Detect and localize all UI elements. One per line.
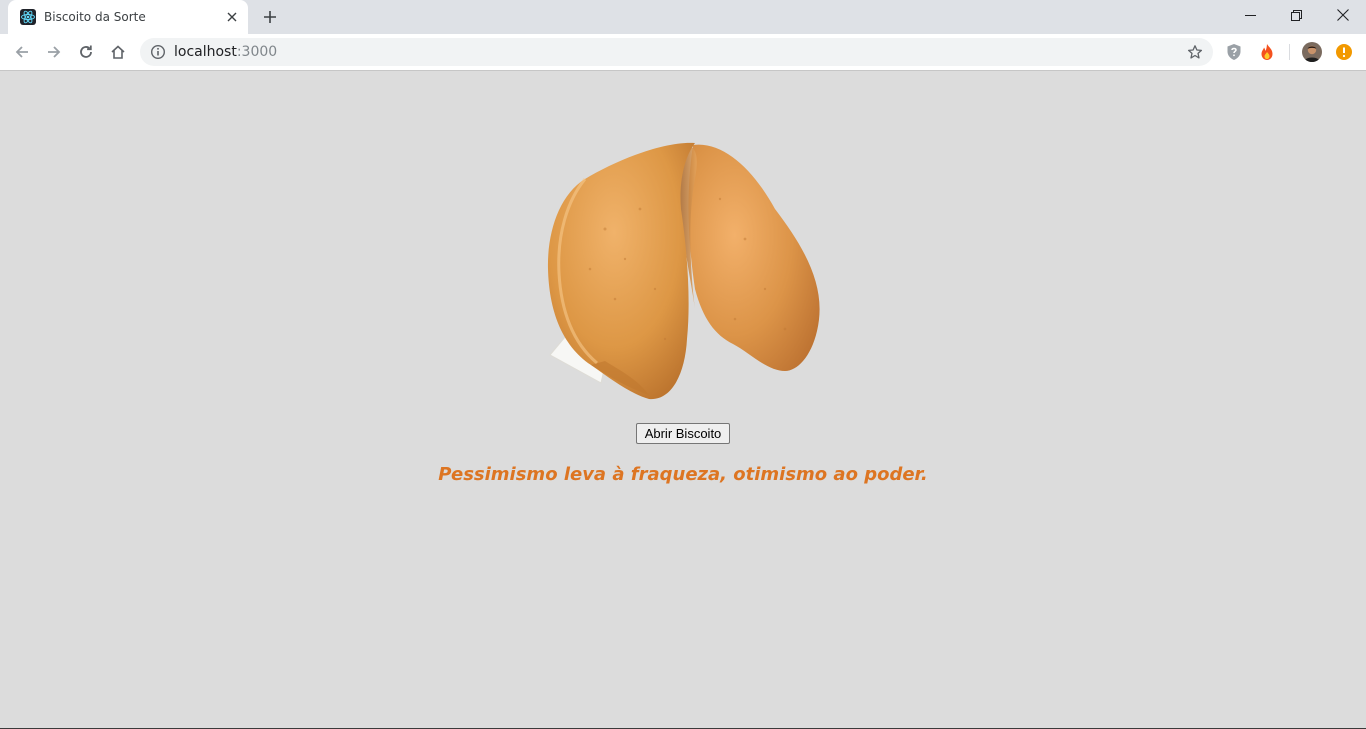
url-text[interactable]: localhost:3000: [174, 44, 277, 60]
reload-icon[interactable]: [74, 40, 98, 64]
flame-extension-icon[interactable]: [1257, 42, 1277, 62]
url-port: :3000: [236, 44, 278, 60]
browser-toolbar: localhost:3000: [0, 34, 1366, 71]
minimize-window-icon[interactable]: [1227, 0, 1273, 30]
shield-question-icon[interactable]: [1224, 42, 1244, 62]
page-viewport: Abrir Biscoito Pessimismo leva à fraquez…: [0, 71, 1366, 728]
fortune-cookie-image: [547, 142, 820, 400]
open-cookie-button[interactable]: Abrir Biscoito: [636, 423, 730, 444]
tab-title: Biscoito da Sorte: [44, 10, 146, 24]
home-icon[interactable]: [106, 40, 130, 64]
react-atom-icon: [20, 9, 36, 25]
arrow-right-icon[interactable]: [42, 40, 66, 64]
toolbar-divider: [1289, 44, 1290, 60]
star-icon[interactable]: [1187, 44, 1203, 60]
exclamation-icon[interactable]: [1334, 42, 1354, 62]
address-bar[interactable]: localhost:3000: [140, 38, 1213, 66]
arrow-left-icon[interactable]: [10, 40, 34, 64]
browser-tab[interactable]: Biscoito da Sorte: [8, 0, 248, 34]
fortune-message: Pessimismo leva à fraqueza, otimismo ao …: [438, 464, 928, 485]
tab-strip: Biscoito da Sorte: [0, 0, 1366, 34]
url-host: localhost: [174, 44, 237, 60]
new-tab-plus-icon[interactable]: [260, 7, 280, 27]
restore-window-icon[interactable]: [1273, 0, 1319, 30]
avatar-icon[interactable]: [1302, 42, 1322, 62]
close-window-icon[interactable]: [1320, 0, 1366, 30]
info-icon[interactable]: [150, 44, 166, 60]
close-tab-icon[interactable]: [224, 9, 240, 25]
